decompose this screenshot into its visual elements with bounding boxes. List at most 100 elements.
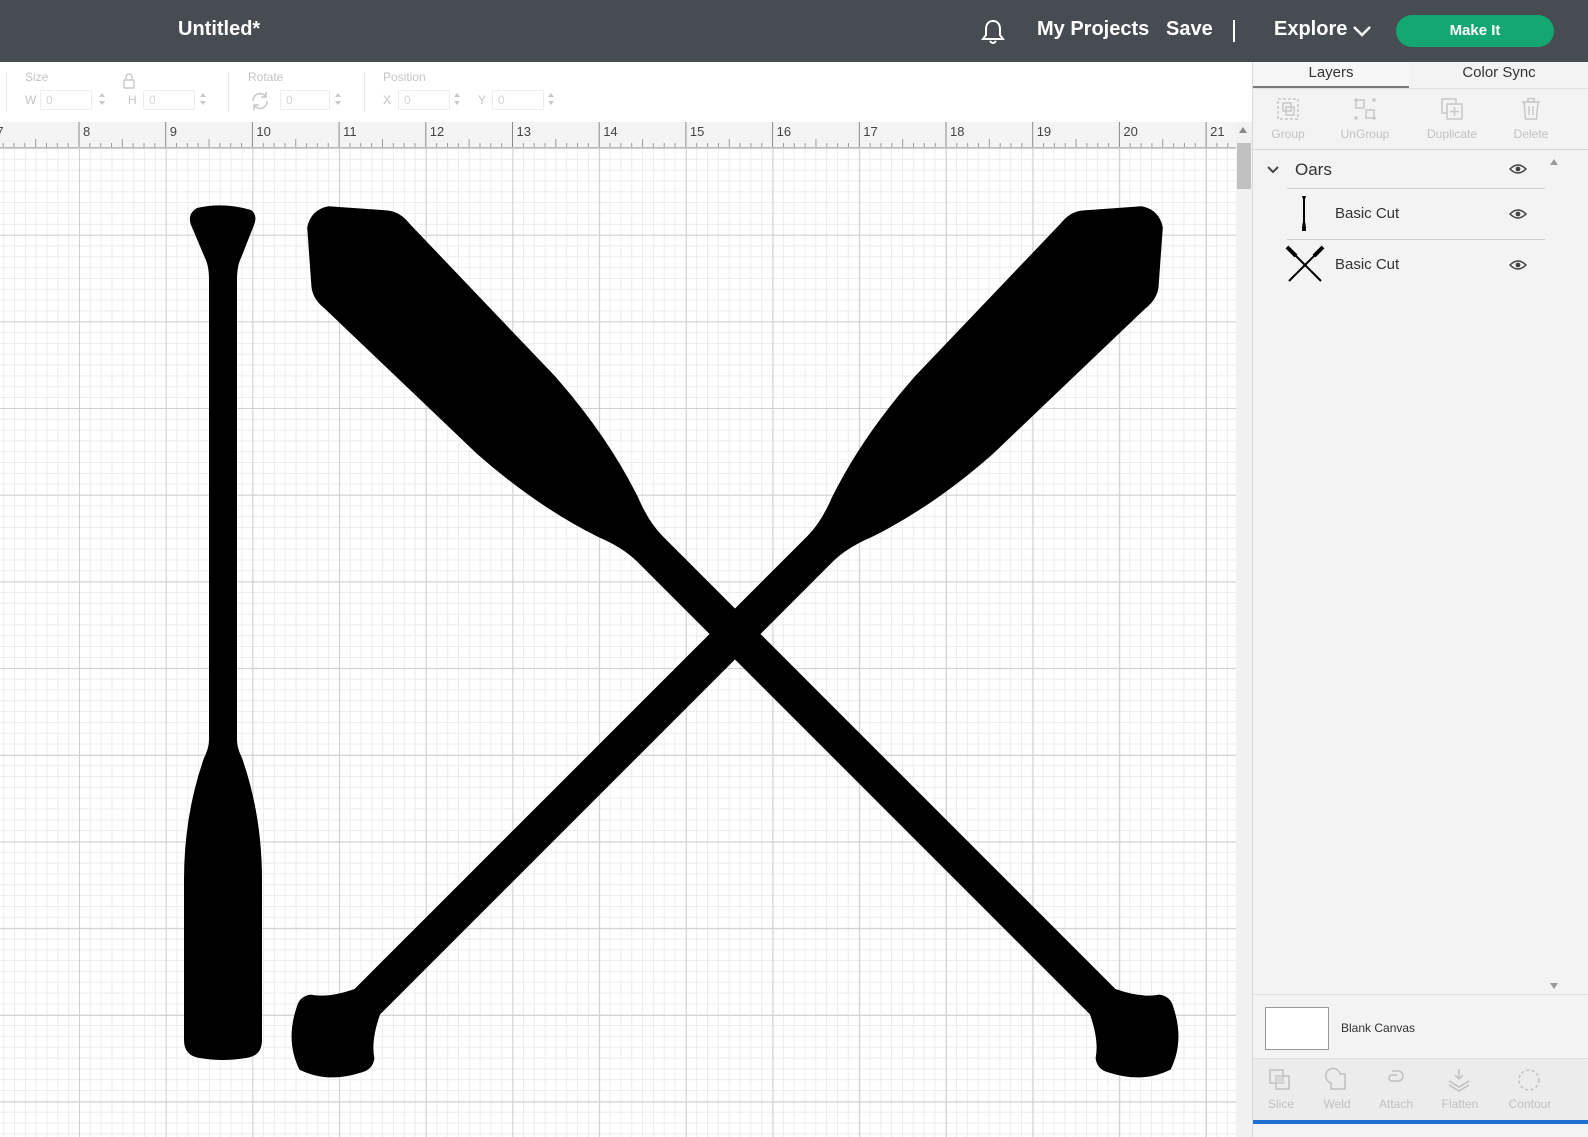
header-separator [1233,20,1235,42]
ungroup-label: UnGroup [1340,127,1390,141]
canvas-artwork [184,205,1179,1078]
height-stepper[interactable] [199,92,207,106]
toolbar-divider [6,72,7,112]
ruler-tick-label: 8 [83,124,90,139]
slice-icon [1269,1069,1290,1090]
horizontal-ruler: 7 8 9 10 11 12 13 14 15 16 17 18 19 20 21 [0,122,1236,148]
canvas-vertical-scrollbar[interactable] [1236,122,1252,1137]
group-icon [1277,98,1299,120]
duplicate-button[interactable]: Duplicate [1412,89,1492,151]
bell-icon[interactable] [980,18,1006,46]
panel-tabs: Layers Color Sync [1253,62,1588,88]
document-title[interactable]: Untitled* [178,18,260,41]
height-label: H [128,93,137,107]
top-bar: Untitled* My Projects Save Explore Make … [0,0,1588,62]
group-label: Group [1271,127,1305,141]
delete-button[interactable]: Delete [1491,89,1571,151]
ruler-tick-label: 21 [1210,124,1224,139]
blank-canvas-row[interactable]: Blank Canvas [1253,994,1588,1058]
single-oar-shape[interactable] [184,205,262,1060]
contour-button[interactable]: Contour [1498,1059,1562,1121]
ruler-tick-label: 13 [517,124,531,139]
ruler-tick-label: 10 [256,124,270,139]
rotate-label: Rotate [248,70,284,84]
duplicate-label: Duplicate [1426,127,1478,141]
width-label: W [25,93,37,107]
weld-button[interactable]: Weld [1305,1059,1369,1121]
rotate-input[interactable] [280,90,330,110]
slice-button[interactable]: Slice [1249,1059,1313,1121]
layer-name: Basic Cut [1335,205,1400,222]
layers-panel: Layers Color Sync Group UnGroup Duplicat… [1252,62,1588,1137]
ruler-tick-label: 20 [1123,124,1137,139]
ungroup-button[interactable]: UnGroup [1325,89,1405,151]
ruler-tick-label: 17 [863,124,877,139]
x-position-input[interactable] [398,90,450,110]
ruler-ticks: 7 8 9 10 11 12 13 14 15 16 17 18 19 20 21 [0,122,1229,147]
blank-canvas-label: Blank Canvas [1341,1021,1416,1035]
toolbar-divider [228,72,229,112]
slice-label: Slice [1267,1097,1294,1111]
save-button[interactable]: Save [1166,18,1213,41]
flatten-icon [1448,1069,1470,1092]
visibility-eye-icon[interactable] [1509,208,1527,220]
group-name: Oars [1295,160,1332,179]
rotate-icon [252,92,268,110]
contour-icon [1518,1069,1540,1091]
lock-icon[interactable] [123,73,135,89]
rotate-stepper[interactable] [334,92,342,106]
ruler-tick-label: 18 [950,124,964,139]
flatten-label: Flatten [1441,1097,1479,1111]
my-projects-link[interactable]: My Projects [1037,18,1149,41]
layer-name: Basic Cut [1335,256,1400,273]
y-position-input[interactable] [492,90,544,110]
ruler-tick-label: 19 [1037,124,1051,139]
flatten-button[interactable]: Flatten [1428,1059,1492,1121]
x-position-stepper[interactable] [453,92,461,106]
ruler-tick-label: 9 [170,124,177,139]
width-stepper[interactable] [98,92,106,106]
y-position-stepper[interactable] [547,92,555,106]
tab-color-sync[interactable]: Color Sync [1409,62,1588,88]
panel-scroll-down-icon[interactable] [1549,982,1559,990]
group-button[interactable]: Group [1248,89,1328,151]
layer-row[interactable]: Basic Cut [1285,239,1545,289]
chevron-down-icon[interactable] [1352,24,1372,38]
toolbar-divider [364,72,365,112]
ruler-tick-label: 15 [690,124,704,139]
x-label: X [383,93,392,107]
ruler-tick-label: 16 [777,124,791,139]
chevron-down-icon[interactable] [1266,165,1280,175]
scroll-up-arrow-icon[interactable] [1238,126,1248,134]
panel-bottom-accent [1253,1120,1588,1124]
size-label: Size [25,70,49,84]
design-canvas[interactable] [0,148,1236,1137]
weld-icon [1325,1067,1346,1090]
visibility-eye-icon[interactable] [1509,259,1527,271]
attach-label: Attach [1378,1097,1414,1111]
explore-menu[interactable]: Explore [1274,18,1347,41]
edit-toolbar: Size W H Rotate Position X Y [0,62,1252,122]
weld-label: Weld [1323,1097,1351,1111]
make-it-button[interactable]: Make It [1396,15,1554,47]
trash-icon [1522,97,1540,120]
position-label: Position [383,70,426,84]
layer-actions: Group UnGroup Duplicate Delete [1253,88,1588,150]
tab-layers[interactable]: Layers [1253,62,1409,88]
single-oar-thumbnail [1302,196,1306,231]
ruler-tick-label: 12 [430,124,444,139]
visibility-eye-icon[interactable] [1509,163,1527,175]
delete-label: Delete [1513,127,1549,141]
attach-button[interactable]: Attach [1364,1059,1428,1121]
width-input[interactable] [40,90,92,110]
crossed-oars-thumbnail [1285,245,1325,282]
height-input[interactable] [143,90,195,110]
contour-label: Contour [1508,1097,1552,1111]
duplicate-icon [1441,98,1463,120]
attach-icon [1388,1070,1404,1082]
ruler-tick-label: 7 [0,124,4,139]
layer-group-oars[interactable]: Oars [1253,152,1588,192]
bottom-tools: Slice Weld Attach Flatten Contour [1253,1058,1588,1120]
canvas-color-swatch[interactable] [1265,1007,1329,1050]
layer-row[interactable]: Basic Cut [1287,188,1545,238]
